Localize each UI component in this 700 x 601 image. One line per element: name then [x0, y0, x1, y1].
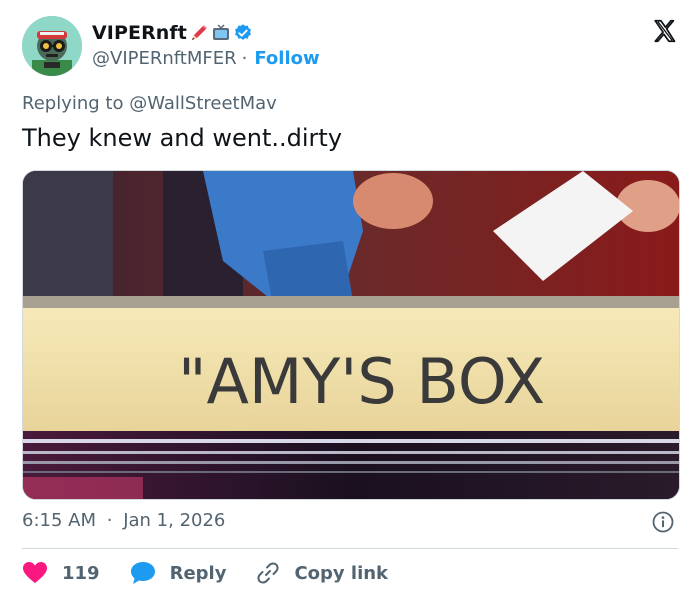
author-handle[interactable]: @VIPERnftMFER [92, 48, 237, 69]
like-count: 119 [62, 562, 100, 584]
link-icon [257, 562, 279, 584]
handle-separator: · [241, 48, 248, 69]
reply-mention-link[interactable]: @WallStreetMav [129, 93, 277, 114]
author-name-row[interactable]: VIPERnft [92, 21, 253, 45]
like-button[interactable]: 119 [22, 561, 100, 585]
info-icon[interactable] [652, 511, 674, 533]
verified-badge-icon [233, 23, 253, 43]
copy-link-label: Copy link [294, 562, 389, 584]
heart-icon [23, 562, 47, 583]
tweet-media[interactable]: "AMY'S BOX [22, 170, 680, 500]
tweet-timestamp[interactable]: 6:15 AM · Jan 1, 2026 [22, 510, 225, 531]
pencil-emoji-icon [189, 23, 209, 43]
reply-context: Replying to @WallStreetMav [22, 93, 277, 114]
reply-prefix: Replying to [22, 93, 124, 114]
follow-button[interactable]: Follow [254, 48, 319, 69]
tweet-time: 6:15 AM [22, 510, 96, 531]
tweet-header: VIPERnft @VIPERnftMFER · Follow [22, 16, 682, 78]
author-handle-row: @VIPERnftMFER · Follow [92, 48, 320, 69]
speech-bubble-icon [130, 562, 155, 584]
reply-button[interactable]: Reply [130, 561, 227, 585]
copy-link-button[interactable]: Copy link [256, 561, 388, 585]
media-image: "AMY'S BOX [23, 171, 679, 499]
time-separator: · [106, 510, 113, 531]
footer-divider [22, 548, 678, 549]
tv-emoji-icon [211, 23, 231, 43]
x-logo-icon[interactable] [652, 18, 678, 44]
avatar-image [22, 16, 82, 76]
reply-label: Reply [169, 562, 227, 584]
tweet-date: Jan 1, 2026 [123, 510, 226, 531]
tweet-text: They knew and went..dirty [22, 124, 343, 152]
avatar[interactable] [22, 16, 82, 76]
author-display-name[interactable]: VIPERnft [92, 22, 187, 44]
tweet-actions: 119 Reply Copy link [22, 558, 388, 588]
media-caption: "AMY'S BOX [178, 345, 545, 418]
